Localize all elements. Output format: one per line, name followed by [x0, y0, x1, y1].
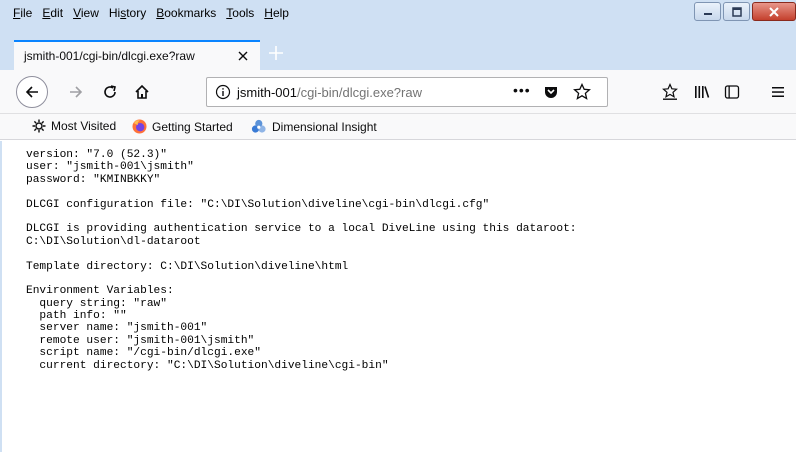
bookmark-most-visited[interactable]: Most Visited [32, 119, 116, 133]
tab-close-icon[interactable] [236, 49, 250, 63]
content-line: path info: "" [26, 310, 127, 323]
forward-button[interactable] [66, 82, 86, 102]
content-line: Template directory: C:\DI\Solution\divel… [26, 260, 349, 273]
maximize-icon [731, 6, 742, 17]
menu-bar: File Edit View History Bookmarks Tools H… [8, 6, 294, 20]
title-bar: File Edit View History Bookmarks Tools H… [0, 0, 796, 36]
home-icon [135, 84, 149, 99]
content-line: version: "7.0 (52.3)" [26, 149, 167, 161]
menu-file[interactable]: File [8, 6, 37, 20]
tab-title: jsmith-001/cgi-bin/dlcgi.exe?raw [24, 49, 195, 63]
content-line: query string: "raw" [26, 297, 167, 310]
back-button[interactable] [16, 76, 48, 108]
bookmarks-toolbar: Most Visited Getting Started Dimensional… [0, 114, 796, 140]
menu-help[interactable]: Help [259, 6, 294, 20]
library-icon [695, 86, 710, 98]
dimensional-insight-logo-icon [251, 119, 266, 133]
info-icon[interactable] [215, 84, 231, 100]
content-line [26, 273, 577, 285]
sidebar-icon [724, 85, 740, 99]
tab-active[interactable]: jsmith-001/cgi-bin/dlcgi.exe?raw [14, 40, 260, 70]
url-path: /cgi-bin/dlcgi.exe?raw [296, 85, 422, 100]
hamburger-menu-icon [772, 87, 784, 97]
minimize-button[interactable] [694, 2, 721, 21]
home-button[interactable] [132, 82, 152, 102]
content-line: password: "KMINBKKY" [26, 173, 161, 186]
new-tab-icon[interactable] [268, 45, 284, 61]
close-window-button[interactable] [752, 2, 796, 21]
bookmark-star-icon[interactable] [573, 83, 591, 101]
forward-arrow-icon [70, 86, 83, 98]
minimize-icon [703, 12, 712, 15]
menu-history[interactable]: History [104, 6, 151, 20]
page-content: version: "7.0 (52.3)" user: "jsmith-001\j… [0, 141, 796, 452]
bookmark-dimensional-insight[interactable]: Dimensional Insight [251, 119, 377, 134]
library-button[interactable] [692, 82, 712, 102]
reload-icon [104, 85, 116, 98]
back-arrow-icon [25, 86, 38, 98]
pocket-icon[interactable] [543, 84, 559, 100]
content-line: DLCGI configuration file: "C:\DI\Solutio… [26, 198, 490, 211]
menu-bookmarks[interactable]: Bookmarks [151, 6, 221, 20]
window-controls [694, 2, 796, 21]
navigation-toolbar: jsmith-001/cgi-bin/dlcgi.exe?raw ••• [0, 70, 796, 114]
firefox-logo-icon [132, 119, 147, 134]
menu-edit[interactable]: Edit [37, 6, 68, 20]
url-text[interactable]: jsmith-001/cgi-bin/dlcgi.exe?raw [237, 85, 422, 100]
bookmark-label: Dimensional Insight [272, 119, 377, 134]
star-list-icon [662, 83, 678, 100]
content-line: C:\DI\Solution\dl-dataroot [26, 235, 201, 248]
starred-reader-button[interactable] [660, 82, 680, 102]
gear-icon [32, 119, 46, 133]
content-line: script name: "/cgi-bin/dlcgi.exe" [26, 347, 261, 360]
bookmark-label: Most Visited [51, 119, 117, 133]
reload-button[interactable] [100, 82, 120, 102]
bookmark-getting-started[interactable]: Getting Started [132, 119, 233, 134]
bookmark-label: Getting Started [152, 119, 233, 134]
close-icon [769, 6, 779, 17]
page-actions-menu[interactable]: ••• [513, 82, 531, 98]
content-line [26, 211, 577, 223]
content-line: server name: "jsmith-001" [26, 322, 208, 335]
content-line [26, 248, 577, 260]
sidebar-button[interactable] [722, 82, 742, 102]
content-line: user: "jsmith-001\jsmith" [26, 161, 194, 174]
content-line: Environment Variables: [26, 285, 174, 298]
menu-tools[interactable]: Tools [221, 6, 259, 20]
content-line: current directory: "C:\DI\Solution\divel… [26, 359, 389, 372]
content-line: DLCGI is providing authentication servic… [26, 223, 577, 236]
hamburger-menu-button[interactable] [768, 82, 788, 102]
maximize-button[interactable] [723, 2, 750, 21]
menu-view[interactable]: View [68, 6, 104, 20]
url-bar[interactable]: jsmith-001/cgi-bin/dlcgi.exe?raw ••• [206, 77, 608, 107]
content-line: remote user: "jsmith-001\jsmith" [26, 334, 255, 347]
tab-strip: jsmith-001/cgi-bin/dlcgi.exe?raw [0, 36, 796, 70]
content-line [26, 186, 577, 198]
raw-output-text: version: "7.0 (52.3)" user: "jsmith-001\j… [26, 149, 577, 372]
url-host: jsmith-001 [237, 85, 297, 100]
